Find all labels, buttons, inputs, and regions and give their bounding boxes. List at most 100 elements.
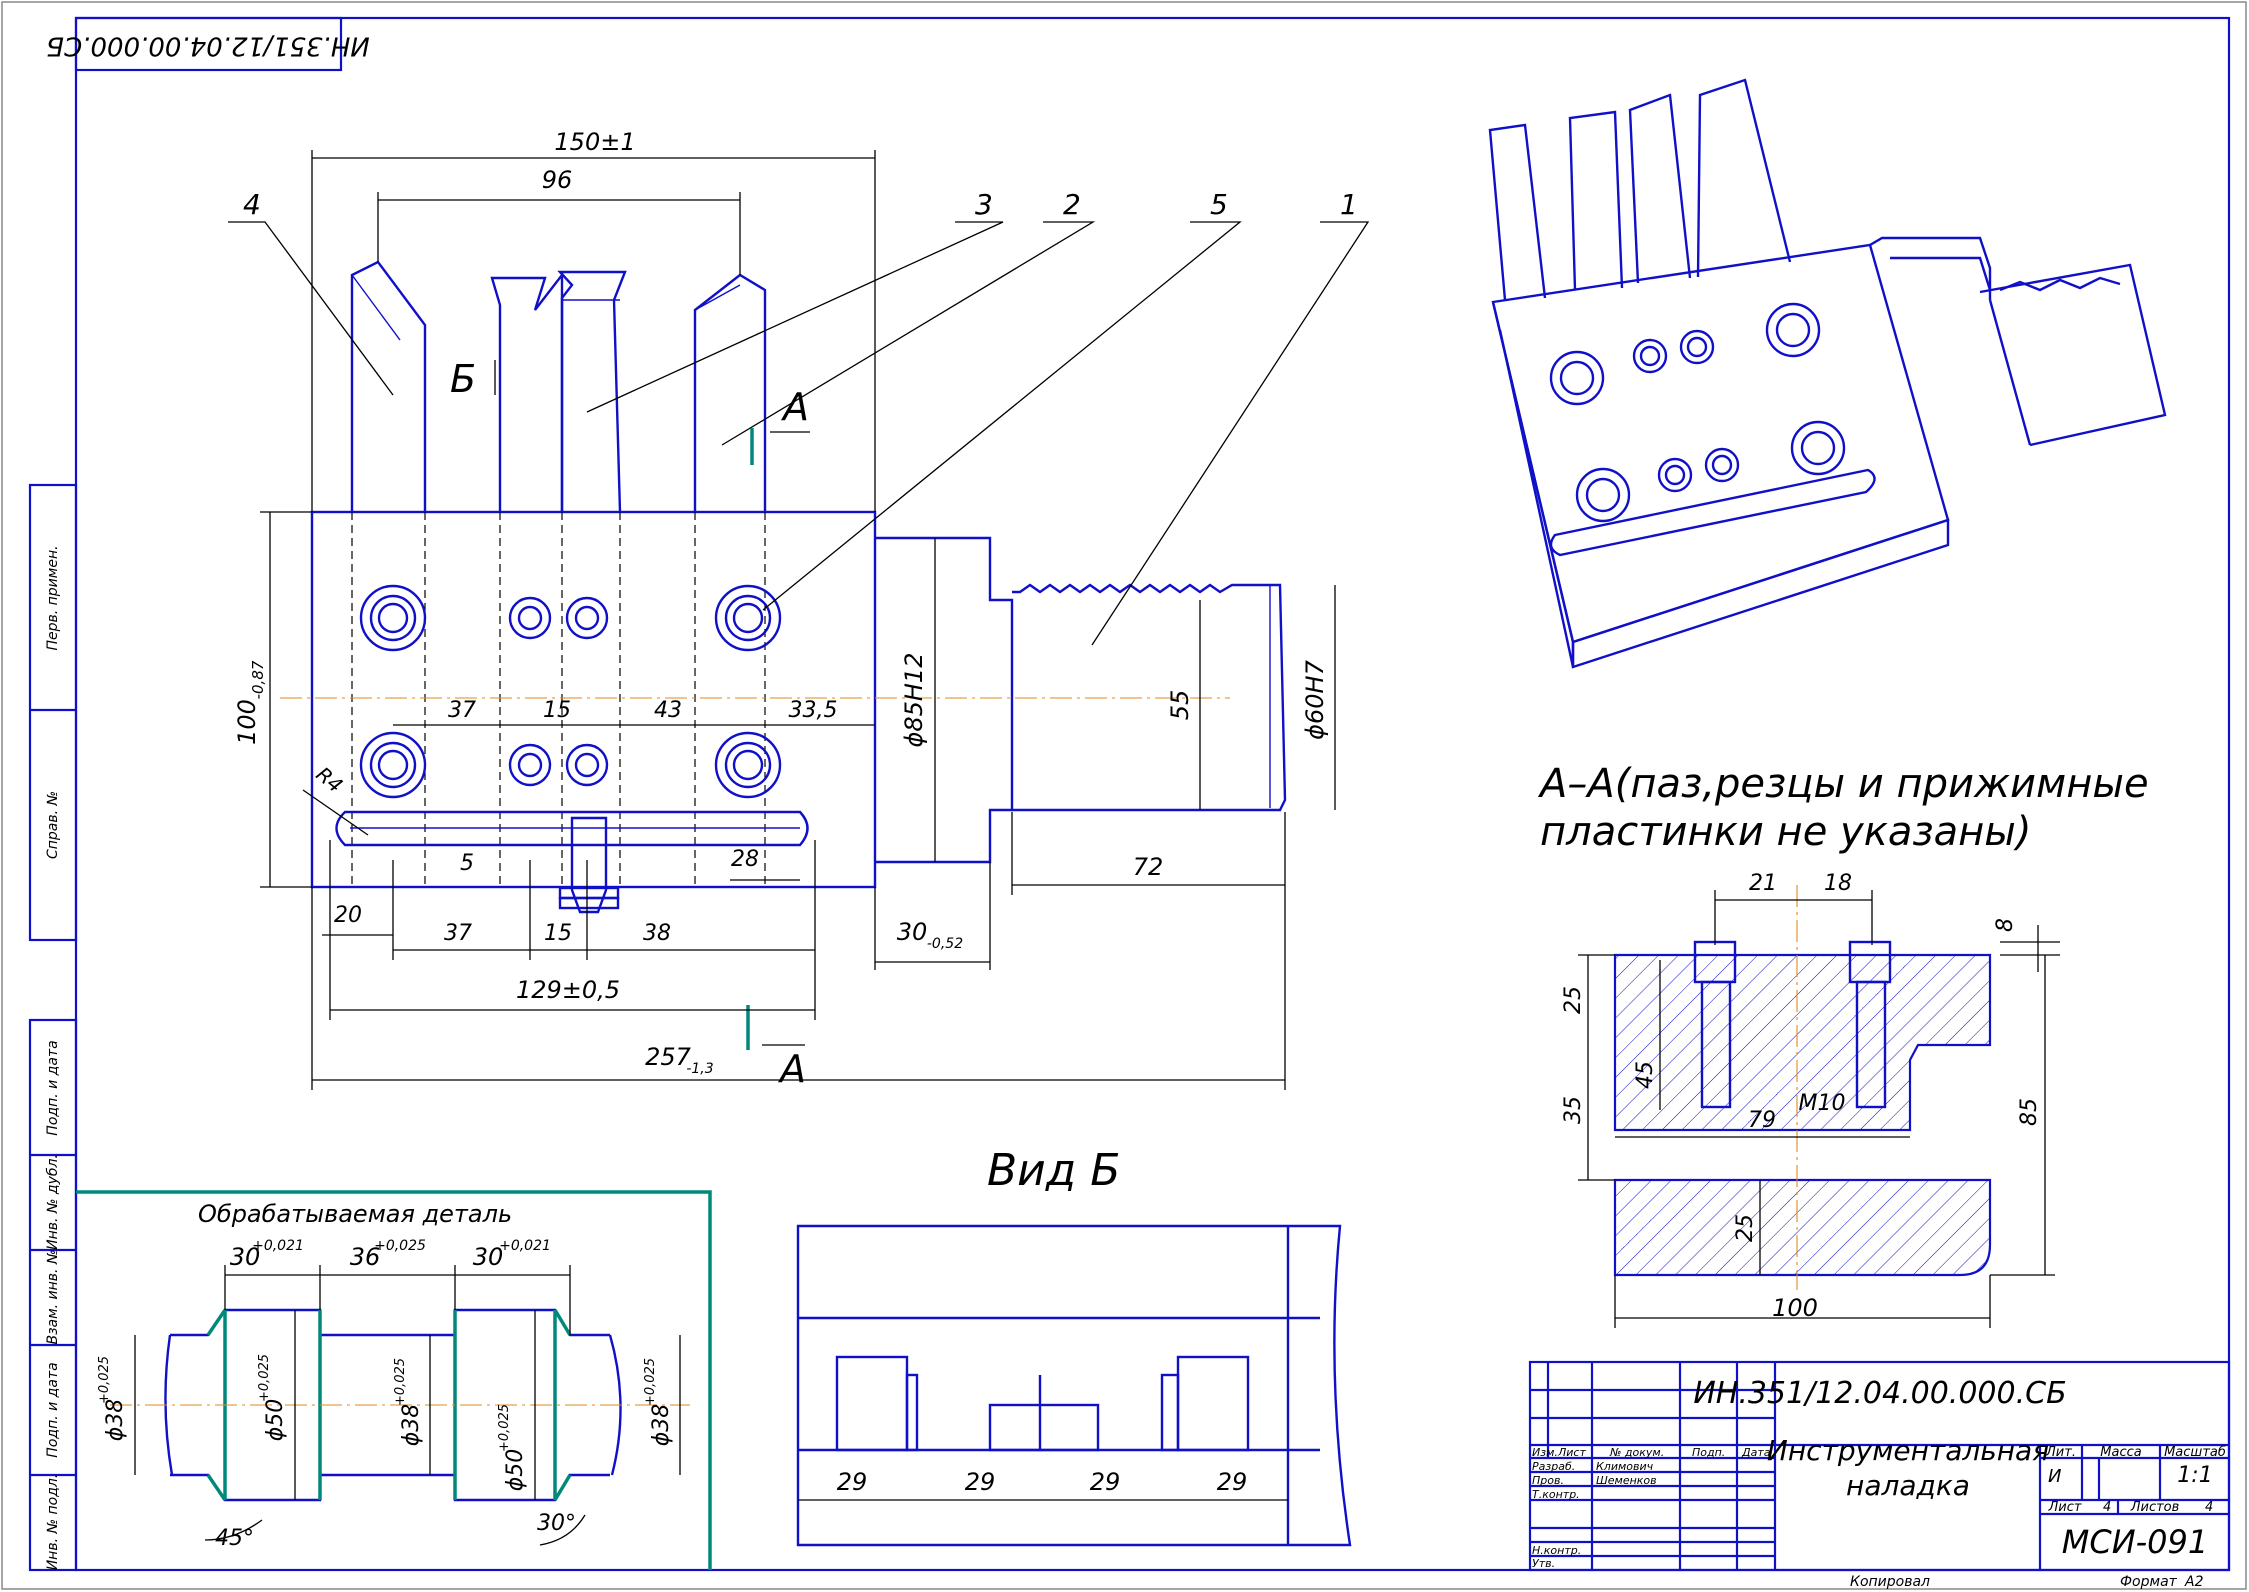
wp-dim-36-tol: +0,025 [374, 1238, 426, 1254]
dim-100: 100 [233, 699, 261, 745]
main-dimensions [260, 150, 1336, 1090]
tb-utv-label: Утв. [1532, 1557, 1555, 1570]
dim-row-33: 33,5 [789, 698, 838, 723]
dim-d85: ϕ85H12 [900, 653, 928, 748]
leader-2: 2 [1063, 188, 1081, 221]
aa-dim-85: 85 [2017, 1098, 2042, 1126]
tb-mass-label: Масса [2100, 1445, 2141, 1460]
wp-dim-d38c-tol: +0,025 [643, 1358, 658, 1406]
workpiece-view: Обрабатываемая деталь 30 +0,021 36 +0,02… [76, 1190, 712, 1570]
aa-dim-21: 21 [1749, 871, 1777, 896]
aa-dim-25a: 25 [1561, 986, 1586, 1014]
tb-razrab-label: Разраб. [1532, 1460, 1575, 1473]
dim-bot-15: 15 [544, 921, 572, 946]
wp-dim-d38b: ϕ38 [399, 1404, 424, 1447]
dim-30: 30 [897, 918, 928, 946]
isometric-view [1488, 78, 2167, 669]
cutter-tools [350, 260, 767, 513]
dim-257-tol: -1,3 [686, 1061, 713, 1077]
dim-row-43: 43 [654, 698, 682, 723]
tb-sheet-label: Лист [2048, 1500, 2082, 1515]
wp-dim-d50b-tol: +0,025 [497, 1404, 512, 1452]
wp-angle-30: 30° [537, 1511, 576, 1536]
aa-dim-35: 35 [1561, 1096, 1586, 1124]
tb-code: МСИ-091 [2062, 1523, 2209, 1561]
tb-sheet: 4 [2103, 1500, 2111, 1515]
wp-dim-30b-tol: +0,021 [499, 1238, 551, 1254]
section-mark-a-top: А [780, 385, 809, 429]
view-b-dim-4: 29 [1217, 1468, 1248, 1496]
wp-dim-d50a-tol: +0,025 [257, 1354, 272, 1402]
side-stamp-podl: Инв. № подл. [45, 1474, 61, 1571]
view-b-dim-2: 29 [965, 1468, 996, 1496]
shank-flange [875, 536, 1014, 864]
tb-lit-label: Лит. [2045, 1445, 2076, 1460]
leader-4: 4 [243, 188, 261, 221]
section-mark-a-bottom: А [777, 1047, 806, 1091]
tb-scale: 1:1 [2177, 1463, 2212, 1488]
dim-bot-20: 20 [334, 903, 362, 928]
dim-d60: ϕ60H7 [1301, 659, 1329, 739]
wp-dim-30a-tol: +0,021 [252, 1238, 304, 1254]
aa-dim-8: 8 [1993, 918, 2018, 932]
main-view: 4 3 2 5 1 Б А А 150±1 96 100 -0,87 ϕ85H1… [228, 128, 1370, 1091]
view-b-title: Вид Б [987, 1145, 1120, 1196]
dim-129: 129±0,5 [516, 976, 620, 1004]
wp-angle-45: 45° [215, 1526, 254, 1551]
dim-55: 55 [1166, 690, 1194, 721]
dim-row-37: 37 [448, 698, 476, 723]
dim-30-tol: -0,52 [927, 936, 963, 952]
tb-format-label: Формат [2120, 1574, 2178, 1590]
leader-5: 5 [1210, 188, 1228, 221]
tb-title-line1: Инструментальная [1767, 1434, 2049, 1467]
title-block: ИН.351/12.04.00.000.СБ Инструментальная … [1528, 1360, 2231, 1590]
tb-hdr-podp: Подп. [1692, 1446, 1725, 1459]
aa-dim-100: 100 [1772, 1294, 1818, 1322]
drawing-sheet: ИН.351/12.04.00.000.СБ Перв. примен. Спр… [1, 1, 2247, 1590]
tb-razrab-name: Климович [1596, 1460, 1654, 1473]
dim-96: 96 [542, 166, 573, 194]
aa-dim-79: 79 [1748, 1108, 1776, 1133]
tb-lit-value: И [2048, 1466, 2061, 1487]
dim-r4: R4 [312, 762, 348, 797]
dim-72: 72 [1133, 853, 1164, 881]
dim-bot-38: 38 [643, 921, 671, 946]
dim-100-tol: -0,87 [249, 660, 267, 699]
tb-format: A2 [2184, 1574, 2204, 1590]
dim-bot-28: 28 [731, 847, 759, 872]
dim-row-15: 15 [543, 698, 571, 723]
tb-hdr-doc: № докум. [1609, 1446, 1664, 1459]
tb-tkontr-label: Т.контр. [1532, 1488, 1580, 1501]
wp-dim-d38a: ϕ38 [103, 1399, 128, 1442]
wp-dim-d38c: ϕ38 [649, 1404, 674, 1447]
aa-dim-25b: 25 [1733, 1214, 1758, 1242]
tb-sheets-label: Листов [2130, 1500, 2180, 1515]
screw-heads [359, 584, 782, 799]
view-b-dim-1: 29 [837, 1468, 868, 1496]
wp-dim-d50b: ϕ50 [503, 1449, 528, 1492]
section-lower [1613, 1178, 1992, 1277]
section-aa: А–А(паз,резцы и прижимные пластинки не у… [1537, 761, 2149, 1328]
side-stamp-strip: Перв. примен. Справ. № Подп. и дата Инв.… [28, 483, 78, 1572]
workpiece-title: Обрабатываемая деталь [198, 1200, 512, 1228]
tb-designation: ИН.351/12.04.00.000.СБ [1693, 1376, 2066, 1411]
view-b-dim-3: 29 [1090, 1468, 1121, 1496]
tb-prov-label: Пров. [1532, 1474, 1564, 1487]
tb-prov-name: Шеменков [1596, 1474, 1657, 1487]
view-b: Вид Б 29 29 29 29 [796, 1145, 1352, 1547]
tb-hdr-date: Дата [1741, 1446, 1771, 1459]
aa-dim-m10: M10 [1799, 1091, 1846, 1116]
tb-title-line2: наладка [1846, 1469, 1970, 1502]
aa-dim-45: 45 [1633, 1061, 1658, 1089]
tb-nkontr-label: Н.контр. [1532, 1544, 1581, 1557]
leader-3: 3 [975, 188, 993, 221]
rotated-designation-stamp: ИН.351/12.04.00.000.СБ [46, 31, 370, 61]
side-stamp-sprav: Справ. № [45, 791, 61, 859]
wp-dim-d38a-tol: +0,025 [97, 1356, 112, 1404]
side-stamp-dubl: Инв. № дубл. [45, 1154, 61, 1250]
dim-bot-5: 5 [460, 851, 474, 876]
view-mark-b: Б [450, 357, 476, 401]
side-stamp-perv: Перв. примен. [45, 545, 61, 650]
tb-hdr-list: Лист [1557, 1446, 1586, 1459]
dim-257: 257 [645, 1043, 692, 1071]
